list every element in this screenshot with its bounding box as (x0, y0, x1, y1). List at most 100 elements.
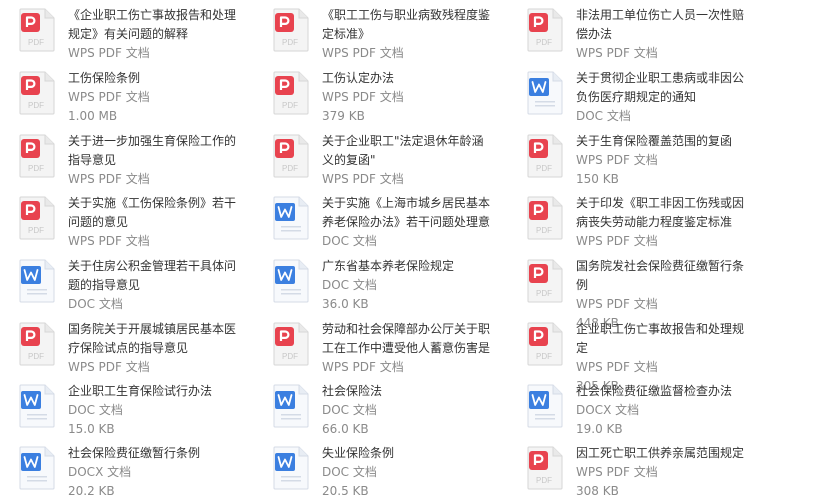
file-type: WPS PDF 文档 (576, 46, 658, 60)
pdf-file-icon: PDF (18, 71, 56, 115)
file-item[interactable]: 关于住房公积金管理若干具体问题的指导意见 DOC 文档 (0, 253, 240, 313)
file-item[interactable]: 关于实施《上海市城乡居民基本养老保险办法》若干问题处理意见... DOC 文档 (254, 190, 494, 250)
word-file-icon (18, 384, 56, 428)
pdf-file-icon: PDF (272, 8, 310, 52)
file-name: 社会保险法 (322, 384, 383, 398)
pdf-file-icon: PDF (18, 322, 56, 366)
file-item[interactable]: PDF 关于企业职工"法定退休年龄涵义的复函" WPS PDF 文档 (254, 128, 494, 188)
file-size: 308 KB (576, 484, 619, 498)
file-type: WPS PDF 文档 (576, 297, 658, 311)
file-item[interactable]: PDF 关于进一步加强生育保险工作的指导意见 WPS PDF 文档 (0, 128, 240, 188)
pdf-file-icon: PDF (18, 196, 56, 240)
word-file-icon (18, 259, 56, 303)
file-type: WPS PDF 文档 (576, 153, 658, 167)
file-name: 社会保险费征缴暂行条例 (68, 446, 201, 460)
word-file-icon (526, 384, 564, 428)
file-type: DOC 文档 (322, 278, 377, 292)
pdf-file-icon: PDF (526, 134, 564, 178)
file-item[interactable]: PDF 因工死亡职工供养亲属范围规定 WPS PDF 文档 308 KB (508, 440, 748, 500)
file-name: 《职工工伤与职业病致残程度鉴定标准》 (322, 8, 491, 41)
file-size: 15.0 KB (68, 422, 115, 436)
file-type: WPS PDF 文档 (68, 90, 150, 104)
svg-text:PDF: PDF (28, 164, 44, 173)
file-type: DOC 文档 (322, 403, 377, 417)
file-name: 关于生育保险覆盖范围的复函 (576, 134, 733, 148)
pdf-file-icon: PDF (272, 71, 310, 115)
file-item[interactable]: PDF 《企业职工伤亡事故报告和处理规定》有关问题的解释 WPS PDF 文档 (0, 2, 240, 62)
file-type: WPS PDF 文档 (576, 465, 658, 479)
file-type: WPS PDF 文档 (68, 46, 150, 60)
pdf-file-icon: PDF (526, 322, 564, 366)
svg-text:PDF: PDF (282, 101, 298, 110)
file-name: 关于企业职工"法定退休年龄涵义的复函" (322, 134, 484, 167)
file-item[interactable]: 社会保险费征缴监督检查办法 DOCX 文档 19.0 KB (508, 378, 748, 438)
file-name: 社会保险费征缴监督检查办法 (576, 384, 733, 398)
file-item[interactable]: 企业职工生育保险试行办法 DOC 文档 15.0 KB (0, 378, 240, 438)
svg-text:PDF: PDF (28, 101, 44, 110)
pdf-file-icon: PDF (526, 8, 564, 52)
file-size: 20.2 KB (68, 484, 115, 498)
pdf-file-icon: PDF (272, 134, 310, 178)
file-grid: PDF 《企业职工伤亡事故报告和处理规定》有关问题的解释 WPS PDF 文档 PDF… (0, 0, 820, 500)
file-name: 劳动和社会保障部办公厅关于职工在工作中遭受他人蓄意伤害是否... (322, 322, 491, 355)
word-file-icon (272, 196, 310, 240)
file-name: 国务院发社会保险费征缴暂行条例 (576, 259, 745, 292)
file-size: 379 KB (322, 109, 365, 123)
pdf-file-icon: PDF (526, 196, 564, 240)
file-item[interactable]: PDF 关于生育保险覆盖范围的复函 WPS PDF 文档 150 KB (508, 128, 748, 188)
file-type: DOC 文档 (322, 234, 377, 248)
file-name: 关于贯彻企业职工患病或非因公负伤医疗期规定的通知 (576, 71, 745, 104)
file-item[interactable]: PDF 非法用工单位伤亡人员一次性赔偿办法 WPS PDF 文档 (508, 2, 748, 62)
word-file-icon (272, 384, 310, 428)
file-type: WPS PDF 文档 (68, 234, 150, 248)
pdf-file-icon: PDF (272, 322, 310, 366)
file-item[interactable]: PDF 国务院发社会保险费征缴暂行条例 WPS PDF 文档 448 KB (508, 253, 748, 330)
file-item[interactable]: 社会保险法 DOC 文档 66.0 KB (254, 378, 494, 438)
file-item[interactable]: PDF 工伤认定办法 WPS PDF 文档 379 KB (254, 65, 494, 125)
svg-text:PDF: PDF (28, 38, 44, 47)
file-item[interactable]: PDF 关于印发《职工非因工伤残或因病丧失劳动能力程度鉴定标准(试行)... WPS… (508, 190, 748, 250)
word-file-icon (526, 71, 564, 115)
file-name: 关于印发《职工非因工伤残或因病丧失劳动能力程度鉴定标准(试行)... (576, 196, 745, 229)
file-size: 1.00 MB (68, 109, 118, 123)
file-type: WPS PDF 文档 (322, 46, 404, 60)
file-item[interactable]: 社会保险费征缴暂行条例 DOCX 文档 20.2 KB (0, 440, 240, 500)
pdf-file-icon: PDF (18, 8, 56, 52)
svg-text:PDF: PDF (28, 226, 44, 235)
file-name: 关于实施《上海市城乡居民基本养老保险办法》若干问题处理意见... (322, 196, 491, 229)
file-size: 20.5 KB (322, 484, 369, 498)
file-name: 工伤认定办法 (322, 71, 395, 85)
word-file-icon (272, 446, 310, 490)
file-type: WPS PDF 文档 (322, 360, 404, 374)
file-name: 关于进一步加强生育保险工作的指导意见 (68, 134, 237, 167)
file-name: 失业保险条例 (322, 446, 395, 460)
svg-text:PDF: PDF (536, 38, 552, 47)
file-type: DOC 文档 (68, 297, 123, 311)
file-item[interactable]: 失业保险条例 DOC 文档 20.5 KB (254, 440, 494, 500)
file-item[interactable]: PDF 关于实施《工伤保险条例》若干问题的意见 WPS PDF 文档 (0, 190, 240, 250)
svg-text:PDF: PDF (282, 38, 298, 47)
svg-text:PDF: PDF (282, 352, 298, 361)
file-name: 企业职工生育保险试行办法 (68, 384, 213, 398)
file-item[interactable]: PDF 《职工工伤与职业病致残程度鉴定标准》 WPS PDF 文档 (254, 2, 494, 62)
file-name: 因工死亡职工供养亲属范围规定 (576, 446, 745, 460)
file-size: 66.0 KB (322, 422, 369, 436)
file-size: 19.0 KB (576, 422, 623, 436)
file-name: 关于住房公积金管理若干具体问题的指导意见 (68, 259, 237, 292)
word-file-icon (272, 259, 310, 303)
pdf-file-icon: PDF (18, 134, 56, 178)
file-item[interactable]: 广东省基本养老保险规定 DOC 文档 36.0 KB (254, 253, 494, 313)
file-item[interactable]: PDF 劳动和社会保障部办公厅关于职工在工作中遭受他人蓄意伤害是否... WPS P… (254, 316, 494, 376)
file-type: WPS PDF 文档 (322, 90, 404, 104)
pdf-file-icon: PDF (526, 446, 564, 490)
file-size: 150 KB (576, 172, 619, 186)
file-type: WPS PDF 文档 (322, 172, 404, 186)
file-item[interactable]: 关于贯彻企业职工患病或非因公负伤医疗期规定的通知 DOC 文档 (508, 65, 748, 125)
file-item[interactable]: PDF 国务院关于开展城镇居民基本医疗保险试点的指导意见 WPS PDF 文档 (0, 316, 240, 376)
file-type: DOCX 文档 (68, 465, 132, 479)
file-type: WPS PDF 文档 (576, 360, 658, 374)
file-item[interactable]: PDF 企业职工伤亡事故报告和处理规定 WPS PDF 文档 305 KB (508, 316, 748, 393)
svg-text:PDF: PDF (28, 352, 44, 361)
file-item[interactable]: PDF 工伤保险条例 WPS PDF 文档 1.00 MB (0, 65, 240, 125)
file-type: DOC 文档 (576, 109, 631, 123)
